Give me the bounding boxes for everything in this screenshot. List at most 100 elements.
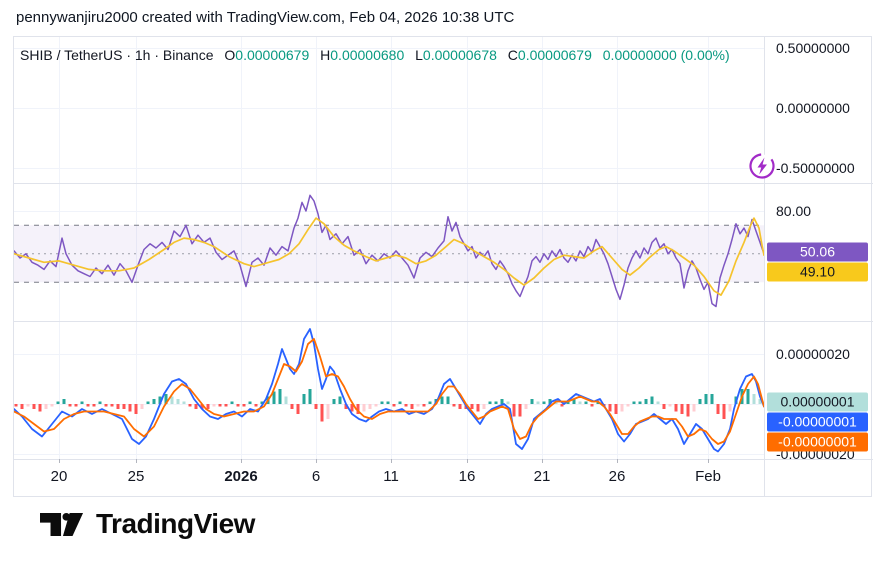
histogram-bar [477,404,480,412]
histogram-bar [417,404,420,407]
time-tick-label: 26 [609,468,626,485]
histogram-bar [453,404,456,407]
histogram-bar [315,404,318,409]
histogram-bar [579,402,582,405]
axis-value-badge: -0.00000001 [767,433,868,452]
histogram-bar [669,404,672,407]
histogram-bar [153,399,156,404]
histogram-bar [231,402,234,405]
histogram-bar [279,389,282,404]
histogram-bar [369,404,372,409]
rsi-pane[interactable] [14,183,764,321]
histogram-bar [585,402,588,405]
histogram-bar [681,404,684,414]
histogram-bar [75,404,78,407]
histogram-bar [381,402,384,405]
histogram-bar [501,399,504,404]
histogram-bar [513,404,516,417]
histogram-bar [339,397,342,405]
histogram-bar [645,399,648,404]
histogram-bar [327,404,330,419]
histogram-bar [51,404,54,407]
histogram-bar [39,404,42,412]
pane-separator-1[interactable] [14,183,873,184]
time-tick-label: 16 [459,468,476,485]
time-tick-mark [241,459,242,463]
histogram-bar [591,404,594,407]
histogram-bar [135,404,138,414]
time-tick-label: Feb [695,468,721,485]
axis-tick-label: 0.00000020 [776,346,850,362]
histogram-bar [471,404,474,409]
histogram-bar [717,404,720,414]
histogram-bar [621,404,624,412]
histogram-bar [423,404,426,407]
histogram-bar [291,404,294,409]
histogram-bar [531,399,534,404]
histogram-bar [753,394,756,404]
histogram-bar [495,402,498,405]
histogram-bar [117,404,120,409]
legend-low-value: 0.00000678 [423,47,497,63]
legend-high-label: H [320,47,330,63]
axis-separator [764,37,765,496]
MACD-line [14,329,764,452]
histogram-bar [303,394,306,404]
histogram-bar [429,402,432,405]
histogram-bar [45,404,48,409]
histogram-bar [723,404,726,419]
histogram-bar [195,404,198,409]
axis-tick-label: -0.50000000 [776,160,855,176]
histogram-bar [459,404,462,409]
histogram-bar [729,404,732,412]
tradingview-logo[interactable]: TradingView [40,503,255,545]
pane-separator-2[interactable] [14,321,873,322]
histogram-bar [633,402,636,405]
histogram-bar [87,404,90,407]
time-tick-mark [316,459,317,463]
chart-widget[interactable]: SHIB / TetherUS · 1h · Binance O0.000006… [13,36,872,497]
histogram-bar [711,394,714,404]
axis-tick-label: 0.50000000 [776,40,850,56]
histogram-bar [705,394,708,404]
price-scale-axis[interactable]: 0.500000000.00000000-0.5000000080.0050.0… [765,37,873,458]
histogram-bar [285,397,288,405]
histogram-bar [309,389,312,404]
time-tick-mark [617,459,618,463]
legend-open-value: 0.00000679 [235,47,309,63]
histogram-bar [297,404,300,414]
histogram-bar [321,404,324,422]
histogram-bar [93,404,96,407]
histogram-bar [255,404,258,407]
histogram-bar [183,402,186,405]
macd-pane[interactable] [14,321,764,459]
axis-value-badge: 0.00000001 [767,393,868,412]
histogram-bar [519,404,522,417]
histogram-bar [21,404,24,409]
axis-value-badge: 49.10 [767,263,868,282]
time-tick-label: 25 [128,468,145,485]
histogram-bar [99,402,102,405]
axis-tick-label: 80.00 [776,203,811,219]
time-tick-mark [708,459,709,463]
legend-low-label: L [415,47,423,63]
time-scale-axis[interactable]: 20252026611162126Feb [14,459,873,496]
time-tick-mark [136,459,137,463]
histogram-bar [699,399,702,404]
time-tick-label: 11 [383,468,399,485]
histogram-bar [81,402,84,405]
histogram-bar [219,404,222,407]
histogram-bar [609,404,612,412]
histogram-bar [483,404,486,409]
time-tick-mark [542,459,543,463]
histogram-bar [15,404,18,407]
histogram-bar [225,404,228,407]
flash-circle-icon[interactable] [748,152,776,180]
histogram-bar [615,404,618,414]
histogram-bar [177,399,180,404]
histogram-bar [543,402,546,405]
legend-open-label: O [224,47,235,63]
macd-pane-svg [14,321,764,459]
time-tick-label: 20 [51,468,68,485]
legend-symbol-title[interactable]: SHIB / TetherUS · 1h · Binance [20,47,214,63]
